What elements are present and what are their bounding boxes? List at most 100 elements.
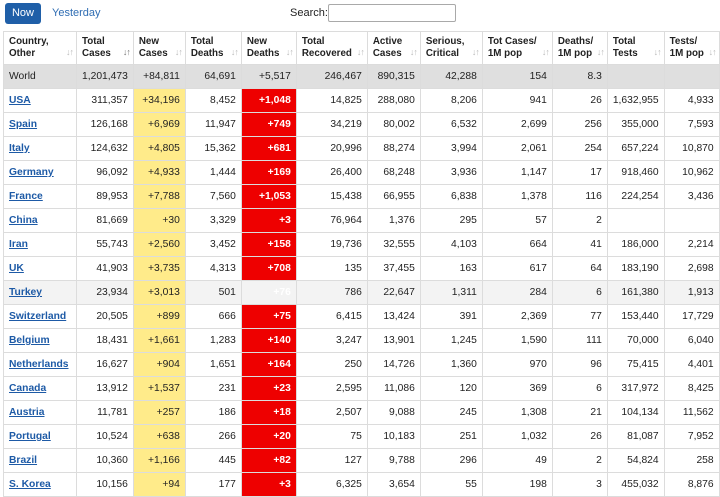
cell-newd: +5,517 — [240, 64, 297, 89]
country-link[interactable]: Portugal — [9, 431, 51, 442]
cell-totc: 16,627 — [76, 352, 134, 377]
cell-dpm: 41 — [551, 232, 608, 257]
sort-icon[interactable]: ↓↑ — [66, 46, 74, 58]
cell-serious: 3,936 — [419, 160, 483, 185]
column-header-line1: Total — [612, 36, 636, 47]
sort-icon[interactable]: ↓↑ — [123, 46, 131, 58]
sort-icon[interactable]: ↓↑ — [472, 46, 480, 58]
sort-icon[interactable]: ↓↑ — [654, 46, 662, 58]
table-row: Germany 96,092 +4,933 1,444 +169 26,400 68,248… — [3, 160, 720, 185]
cell-dpm: 64 — [551, 256, 608, 281]
column-header[interactable]: Tests/1M pop ↓↑ — [663, 31, 720, 65]
column-header[interactable]: Total Tests ↓↑ — [606, 31, 665, 65]
sort-icon[interactable]: ↓↑ — [410, 46, 418, 58]
cell-totc: 41,903 — [76, 256, 134, 281]
cell-tpm: 2,214 — [663, 232, 720, 257]
country-link[interactable]: USA — [9, 95, 31, 106]
tab-now[interactable]: Now — [5, 3, 41, 24]
cell-newd: +18 — [240, 400, 297, 425]
column-header[interactable]: Total Cases ↓↑ — [76, 31, 134, 65]
cell-country: Portugal — [3, 424, 77, 449]
cell-totd: 1,651 — [184, 352, 242, 377]
column-header[interactable]: Active Cases ↓↑ — [366, 31, 421, 65]
cell-tpm: 10,962 — [663, 160, 720, 185]
cell-newd: +76 — [240, 280, 297, 305]
country-link[interactable]: Iran — [9, 239, 28, 250]
sort-icon[interactable]: ↓↑ — [286, 46, 294, 58]
cell-dpm: 77 — [551, 304, 608, 329]
cell-active: 288,080 — [366, 88, 421, 113]
country-link[interactable]: Italy — [9, 143, 30, 154]
column-header[interactable]: New Cases ↓↑ — [132, 31, 186, 65]
cell-newc: +638 — [132, 424, 186, 449]
country-link[interactable]: S. Korea — [9, 479, 51, 490]
column-header[interactable]: Tot Cases/1M pop ↓↑ — [481, 31, 553, 65]
cell-tpm: 7,952 — [663, 424, 720, 449]
cell-cpm: 369 — [481, 376, 553, 401]
country-link[interactable]: Brazil — [9, 455, 37, 466]
sort-icon[interactable]: ↓↑ — [357, 46, 365, 58]
cell-dpm: 6 — [551, 376, 608, 401]
cell-active: 22,647 — [366, 280, 421, 305]
country-link[interactable]: Switzerland — [9, 311, 66, 322]
country-link[interactable]: Canada — [9, 383, 46, 394]
cell-dpm: 26 — [551, 424, 608, 449]
cell-newd: +749 — [240, 112, 297, 137]
column-header-line1: Tests/ — [669, 36, 698, 47]
cell-country: S. Korea — [3, 472, 77, 497]
country-link[interactable]: UK — [9, 263, 24, 274]
table-row: Turkey 23,934 +3,013 501 +76 786 22,647 1,311 28… — [3, 280, 720, 305]
country-link[interactable]: Belgium — [9, 335, 50, 346]
cell-totr: 19,736 — [295, 232, 368, 257]
cell-newc: +257 — [132, 400, 186, 425]
column-header-line1: Tot Cases/ — [487, 36, 537, 47]
column-header[interactable]: Total Deaths ↓↑ — [184, 31, 242, 65]
cell-serious: 391 — [419, 304, 483, 329]
tab-yesterday[interactable]: Yesterday — [52, 3, 101, 24]
column-header[interactable]: New Deaths ↓↑ — [240, 31, 297, 65]
column-header[interactable]: Serious, Critical ↓↑ — [419, 31, 483, 65]
sort-icon[interactable]: ↓↑ — [231, 46, 239, 58]
country-link[interactable]: Germany — [9, 167, 54, 178]
column-header[interactable]: Total Recovered ↓↑ — [295, 31, 368, 65]
column-header[interactable]: Country, Other ↓↑ — [3, 31, 77, 65]
country-link[interactable]: Netherlands — [9, 359, 69, 370]
cell-newd: +1,048 — [240, 88, 297, 113]
sort-icon[interactable]: ↓↑ — [175, 46, 183, 58]
cell-totd: 3,329 — [184, 208, 242, 233]
cell-tests: 183,190 — [606, 256, 665, 281]
country-link[interactable]: France — [9, 191, 43, 202]
cell-newc: +94 — [132, 472, 186, 497]
table-row: France 89,953 +7,788 7,560 +1,053 15,438 66,95… — [3, 184, 720, 209]
cell-newd: +1,053 — [240, 184, 297, 209]
cell-cpm: 1,308 — [481, 400, 553, 425]
sort-icon[interactable]: ↓↑ — [709, 46, 717, 58]
cell-country: Switzerland — [3, 304, 77, 329]
cell-totr: 6,415 — [295, 304, 368, 329]
cell-country: Brazil — [3, 448, 77, 473]
cell-tpm: 11,562 — [663, 400, 720, 425]
cell-active: 14,726 — [366, 352, 421, 377]
cell-newc: +3,735 — [132, 256, 186, 281]
cell-newd: +3 — [240, 208, 297, 233]
column-header[interactable]: Deaths/1M pop ↓↑ — [551, 31, 608, 65]
cell-country: Canada — [3, 376, 77, 401]
sort-icon[interactable]: ↓↑ — [542, 46, 550, 58]
cell-totr: 786 — [295, 280, 368, 305]
cell-active: 9,088 — [366, 400, 421, 425]
cell-tpm: 3,436 — [663, 184, 720, 209]
country-link[interactable]: China — [9, 215, 38, 226]
cell-totr: 75 — [295, 424, 368, 449]
country-link[interactable]: Turkey — [9, 287, 42, 298]
cell-country: Turkey — [3, 280, 77, 305]
table-body: World 1,201,473 +84,811 64,691 +5,517 246,467… — [3, 64, 720, 497]
sort-icon[interactable]: ↓↑ — [597, 46, 605, 58]
country-link[interactable]: Austria — [9, 407, 44, 418]
search-input[interactable] — [328, 4, 456, 22]
cell-totr: 34,219 — [295, 112, 368, 137]
cell-active: 890,315 — [366, 64, 421, 89]
cell-serious: 251 — [419, 424, 483, 449]
country-link[interactable]: Spain — [9, 119, 37, 130]
cell-tests: 54,824 — [606, 448, 665, 473]
cell-tests: 186,000 — [606, 232, 665, 257]
